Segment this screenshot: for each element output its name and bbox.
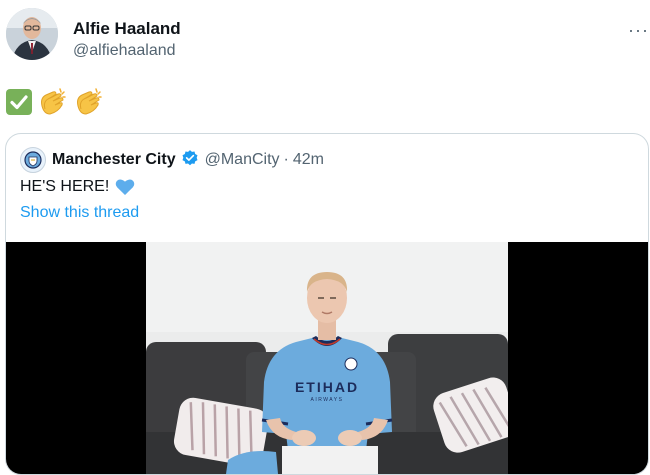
tweet-text-emojis [6,86,104,118]
blue-heart-icon [116,179,135,195]
quoted-text-content: HE'S HERE! [20,178,110,195]
shirt-sponsor-subtext: AIRWAYS [311,397,344,403]
quoted-tweet-text: HE'S HERE! [20,178,135,196]
show-thread-link[interactable]: Show this thread [20,204,139,222]
more-options-icon[interactable]: ··· [628,20,649,41]
quoted-timestamp[interactable]: 42m [293,151,324,169]
author-handle[interactable]: @alfiehaaland [73,42,176,60]
video-frame: ETIHAD AIRWAYS [146,242,508,474]
shirt-sponsor-text: ETIHAD [295,379,359,395]
author-avatar[interactable] [6,8,58,60]
quoted-tweet[interactable]: Manchester City @ManCity · 42m HE'S HERE… [5,133,649,475]
quoted-tweet-header: Manchester City @ManCity · 42m [20,147,324,173]
header-separator: · [283,151,289,168]
quoted-author-name[interactable]: Manchester City [52,151,176,169]
video-player[interactable]: ETIHAD AIRWAYS [6,242,648,474]
club-crest-avatar[interactable] [20,147,46,173]
clapping-hands-icon [77,88,102,115]
quoted-author-handle[interactable]: @ManCity [205,151,280,169]
check-mark-icon [6,89,32,115]
verified-badge-icon [181,149,199,172]
clapping-hands-icon [41,88,66,115]
tweet: Alfie Haaland @alfiehaaland ··· Manchest… [0,0,650,475]
author-name[interactable]: Alfie Haaland [73,19,181,39]
